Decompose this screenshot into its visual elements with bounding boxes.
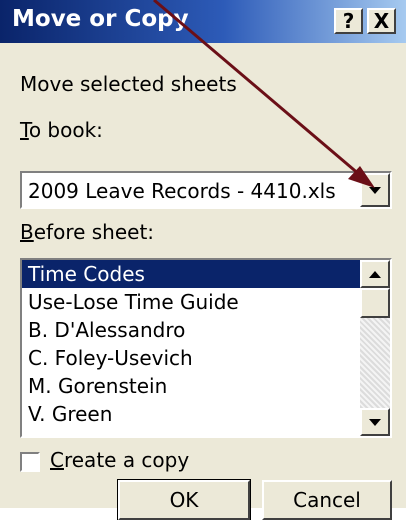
list-item[interactable]: B. D'Alessandro: [22, 316, 362, 344]
help-button[interactable]: ?: [334, 8, 363, 34]
close-button[interactable]: X: [367, 8, 396, 34]
to-book-value: 2009 Leave Records - 4410.xls: [28, 179, 336, 203]
move-or-copy-dialog: Move or Copy ? X Move selected sheets To…: [0, 0, 406, 520]
arrow-up-icon: [369, 270, 381, 278]
before-sheet-listbox[interactable]: Time Codes Use-Lose Time Guide B. D'Ales…: [20, 258, 392, 438]
list-item[interactable]: M. Gorenstein: [22, 372, 362, 400]
scroll-down-button[interactable]: [360, 408, 390, 436]
scroll-up-button[interactable]: [360, 260, 390, 288]
to-book-dropdown[interactable]: 2009 Leave Records - 4410.xls: [20, 171, 392, 209]
create-copy-checkbox[interactable]: [20, 452, 40, 472]
title-bar[interactable]: Move or Copy ? X: [0, 0, 406, 43]
ok-button[interactable]: OK: [117, 479, 251, 520]
create-copy-hotkey: C: [50, 448, 64, 472]
cancel-button[interactable]: Cancel: [262, 480, 392, 520]
arrow-down-icon: [369, 418, 381, 426]
list-item[interactable]: Time Codes: [22, 260, 362, 288]
before-sheet-label: Before sheet:: [20, 220, 154, 244]
chevron-down-icon: [369, 186, 381, 194]
list-item[interactable]: Use-Lose Time Guide: [22, 288, 362, 316]
scroll-thumb[interactable]: [360, 288, 390, 318]
vertical-scrollbar[interactable]: [360, 260, 390, 436]
to-book-label: To book:: [20, 118, 103, 142]
list-item[interactable]: V. Green: [22, 400, 362, 428]
to-book-label-text: o book:: [28, 118, 103, 142]
create-copy-label[interactable]: Create a copy: [50, 448, 189, 472]
before-sheet-hotkey: B: [20, 220, 34, 244]
dropdown-button[interactable]: [360, 173, 390, 207]
list-item[interactable]: C. Foley-Usevich: [22, 344, 362, 372]
create-copy-label-text: reate a copy: [63, 448, 190, 472]
window-title: Move or Copy: [12, 6, 189, 32]
before-sheet-label-text: efore sheet:: [33, 220, 155, 244]
move-selected-sheets-label: Move selected sheets: [20, 72, 237, 96]
sheet-list: Time Codes Use-Lose Time Guide B. D'Ales…: [22, 260, 362, 428]
to-book-hotkey: T: [20, 118, 29, 142]
